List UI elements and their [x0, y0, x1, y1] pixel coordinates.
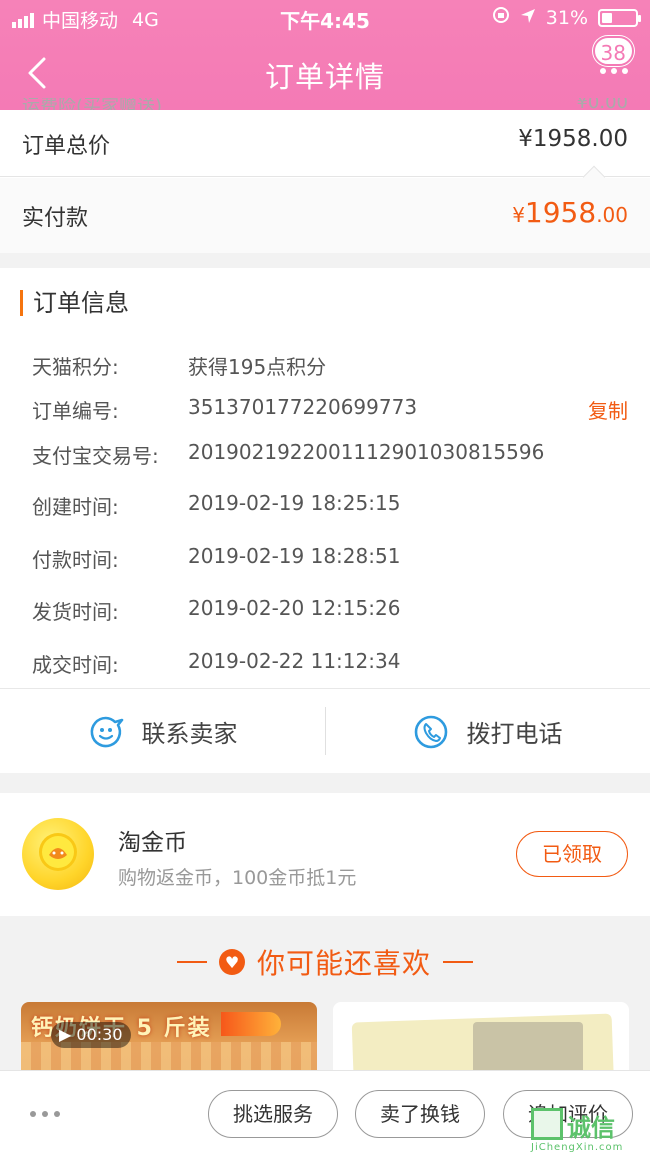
video-duration: 00:30 — [76, 1025, 123, 1044]
status-bar: 中国移动 4G 下午4:45 31% — [0, 0, 650, 38]
recommend-title: 你可能还喜欢 — [256, 947, 431, 980]
watermark: 诚信 JiChengXin.com — [531, 1108, 646, 1156]
paid-row: 实付款 ¥1958.00 — [0, 165, 650, 253]
partial-label: 运费险(买家赠送) — [22, 98, 163, 110]
info-row-paid: 付款时间: 2019-02-19 18:28:51 — [0, 544, 650, 574]
info-value: 2019-02-22 11:12:34 — [188, 649, 401, 673]
paid-amount: ¥1958.00 — [512, 196, 628, 229]
orientation-lock-icon — [492, 6, 510, 29]
info-label: 支付宝交易号: — [32, 444, 159, 468]
nav-bar: 订单详情 38 — [0, 36, 650, 106]
status-right: 31% — [492, 6, 641, 29]
partial-row: 运费险(买家赠送) ¥0.00 — [0, 98, 650, 110]
info-label: 付款时间: — [32, 548, 119, 572]
copy-button[interactable]: 复制 — [588, 395, 628, 424]
claimed-button[interactable]: 已领取 — [516, 831, 628, 877]
info-label: 成交时间: — [32, 653, 119, 677]
resell-button[interactable]: 卖了换钱 — [355, 1090, 485, 1138]
coin-section: 淘金币 购物返金币，100金币抵1元 已领取 — [0, 793, 650, 916]
flame-decoration — [221, 1012, 281, 1036]
watermark-text: 诚信 — [567, 1114, 615, 1142]
info-value: 2019021922001112901030815596 — [188, 440, 545, 464]
more-button[interactable] — [600, 68, 628, 74]
decor-line-left — [176, 961, 207, 963]
dot-icon — [600, 68, 606, 74]
order-info-title: 订单信息 — [20, 290, 129, 316]
video-badge: ▶ 00:30 — [51, 1022, 131, 1048]
gold-coin-icon — [22, 818, 94, 890]
caret — [582, 165, 606, 189]
battery-icon — [598, 8, 641, 27]
paid-integer: 1958 — [524, 196, 597, 229]
header: 中国移动 4G 下午4:45 31% 订单详情 38 — [0, 0, 650, 110]
partial-value: ¥0.00 — [576, 98, 628, 110]
message-badge: 38 — [592, 36, 634, 66]
coin-face — [39, 833, 77, 871]
info-value: 获得195点积分 — [188, 355, 327, 379]
dot-icon — [42, 1111, 48, 1117]
info-label: 订单编号: — [32, 399, 119, 423]
info-label: 天猫积分: — [32, 355, 119, 379]
contact-seller-label: 联系卖家 — [141, 720, 238, 748]
info-row-order-number: 订单编号: 351370177220699773 复制 — [0, 395, 650, 425]
divider — [0, 176, 650, 177]
paid-label: 实付款 — [22, 206, 89, 231]
info-row-points: 天猫积分: 获得195点积分 — [0, 351, 650, 381]
watermark-logo-icon — [531, 1108, 563, 1140]
order-total-value: ¥1958.00 — [518, 126, 628, 152]
dot-icon — [30, 1111, 36, 1117]
paid-currency: ¥ — [512, 203, 525, 227]
info-label: 创建时间: — [32, 495, 119, 519]
info-row-created: 创建时间: 2019-02-19 18:25:15 — [0, 491, 650, 521]
decor-line-right — [443, 961, 473, 963]
contact-bar: 联系卖家 拨打电话 — [0, 688, 650, 773]
select-service-button[interactable]: 挑选服务 — [208, 1090, 338, 1138]
info-row-shipped: 发货时间: 2019-02-20 12:15:26 — [0, 596, 650, 626]
call-phone-button[interactable]: 拨打电话 — [325, 689, 650, 774]
dot-icon — [611, 68, 617, 74]
battery-percent: 31% — [545, 6, 588, 29]
coin-title: 淘金币 — [118, 830, 187, 856]
phone-icon — [414, 715, 447, 748]
page-title: 订单详情 — [264, 60, 385, 94]
coin-subtitle: 购物返金币，100金币抵1元 — [118, 867, 357, 889]
info-value: 2019-02-19 18:25:15 — [188, 491, 401, 515]
call-phone-label: 拨打电话 — [466, 720, 563, 748]
paid-decimal: .00 — [596, 203, 628, 227]
watermark-sub: JiChengXin.com — [531, 1142, 624, 1153]
info-value: 2019-02-19 18:28:51 — [188, 544, 401, 568]
info-value: 351370177220699773 — [188, 395, 418, 419]
more-actions-button[interactable] — [30, 1111, 60, 1117]
heart-icon: ♥ — [218, 949, 245, 975]
dot-icon — [54, 1111, 60, 1117]
info-row-completed: 成交时间: 2019-02-22 11:12:34 — [0, 649, 650, 679]
dot-icon — [622, 68, 628, 74]
order-total-label: 订单总价 — [22, 134, 111, 159]
totals-section: 订单总价 ¥1958.00 实付款 ¥1958.00 — [0, 110, 650, 253]
info-label: 发货时间: — [32, 600, 119, 624]
recommend-title-row: ♥ 你可能还喜欢 — [0, 940, 650, 984]
order-info-section: 订单信息 天猫积分: 获得195点积分 订单编号: 35137017722069… — [0, 268, 650, 773]
chat-face-icon — [90, 716, 123, 747]
location-icon — [520, 7, 536, 29]
info-value: 2019-02-20 12:15:26 — [188, 596, 401, 620]
info-row-alipay: 支付宝交易号: 2019021922001112901030815596 — [0, 440, 650, 470]
contact-seller-button[interactable]: 联系卖家 — [0, 689, 325, 774]
